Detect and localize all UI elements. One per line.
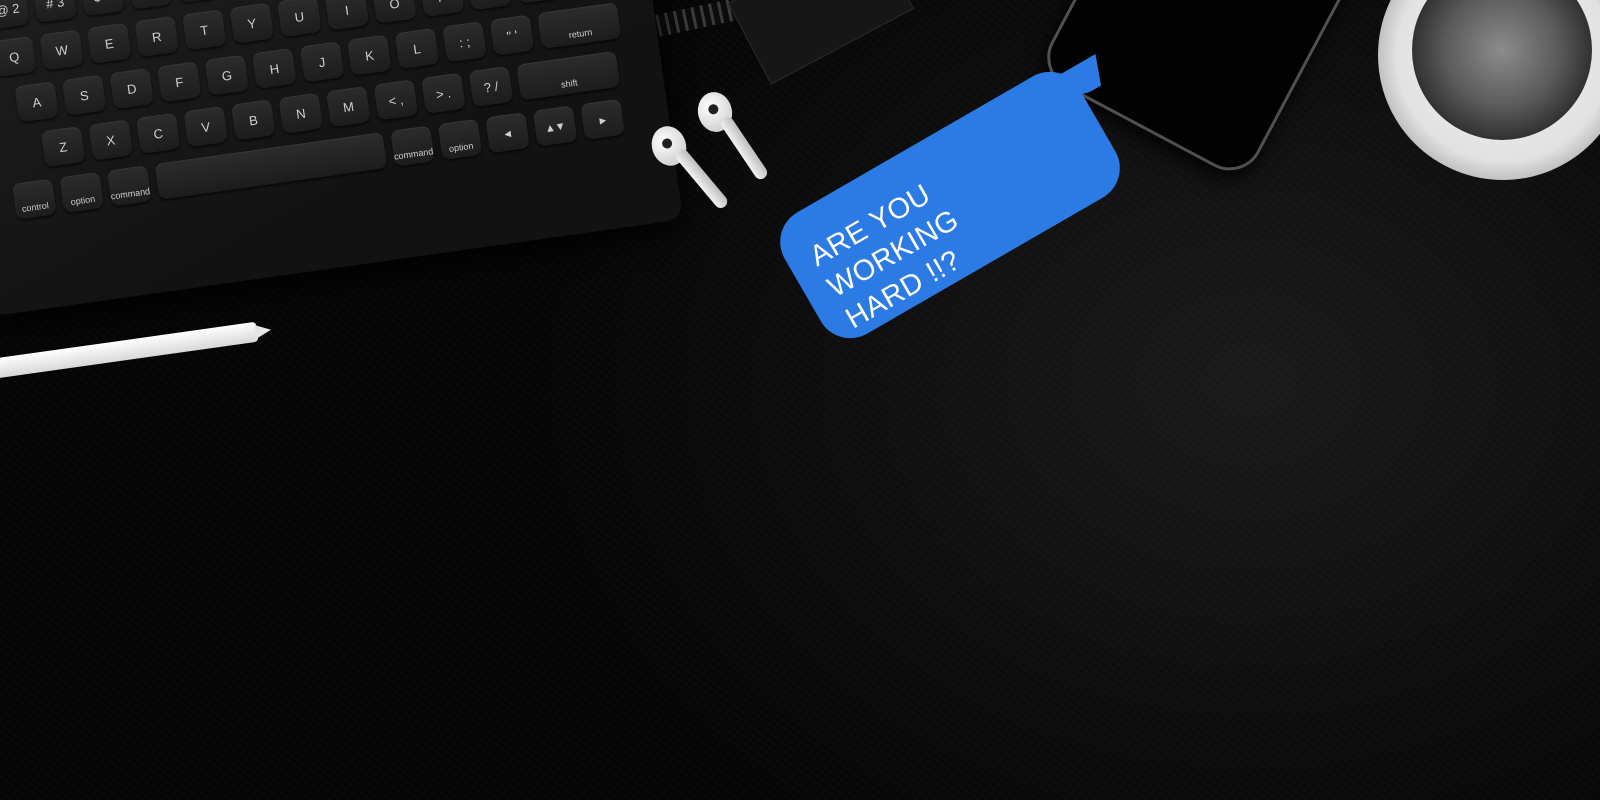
key: A: [14, 81, 60, 123]
stylus-tip: [254, 322, 273, 339]
key: W: [39, 29, 85, 71]
key: P: [419, 0, 465, 18]
key: E: [86, 22, 132, 64]
earbud-speaker: [660, 137, 674, 150]
key: : ;: [442, 21, 487, 63]
key-option: option: [59, 171, 105, 214]
key: S: [61, 74, 107, 116]
key: N: [278, 92, 324, 134]
key-shift: shift: [516, 50, 621, 101]
key: U: [277, 0, 322, 38]
key: $ 4: [80, 0, 125, 17]
key-return: return: [537, 2, 622, 50]
cactus-plant: [1412, 0, 1592, 140]
key-command: command: [106, 165, 152, 207]
arrow-left-key: ◂: [485, 112, 530, 154]
key: M: [326, 85, 371, 128]
key: % 5: [127, 0, 173, 10]
key: V: [183, 106, 229, 148]
key: L: [394, 27, 440, 70]
key: X: [88, 119, 134, 161]
key: # 3: [32, 0, 78, 24]
key: Q: [0, 36, 37, 78]
key: G: [204, 54, 250, 96]
key: F: [156, 61, 202, 103]
key: K: [347, 34, 392, 76]
arrow-right-key: ▸: [580, 98, 625, 140]
key: > .: [421, 72, 466, 114]
key: D: [109, 67, 155, 110]
key: < ,: [373, 79, 419, 121]
key-option: option: [437, 118, 483, 160]
key: O: [372, 0, 417, 24]
key: } ]: [514, 0, 560, 4]
key: B: [230, 99, 276, 141]
earbud-speaker: [707, 103, 720, 116]
arrow-up-down-key: ▴ ▾: [532, 105, 578, 147]
key: " ': [489, 14, 535, 56]
key-control: control: [11, 178, 57, 220]
key: J: [299, 41, 345, 83]
key: H: [252, 47, 297, 90]
key-command: command: [390, 125, 435, 167]
key: @ 2: [0, 0, 30, 30]
key: ^ 6: [175, 0, 220, 3]
key: { [: [467, 0, 512, 11]
key: R: [134, 15, 180, 58]
key: Y: [229, 2, 275, 44]
key: Z: [40, 126, 86, 168]
key: T: [181, 9, 227, 51]
key: C: [135, 112, 181, 154]
key: I: [324, 0, 370, 31]
key: ? /: [468, 65, 514, 108]
